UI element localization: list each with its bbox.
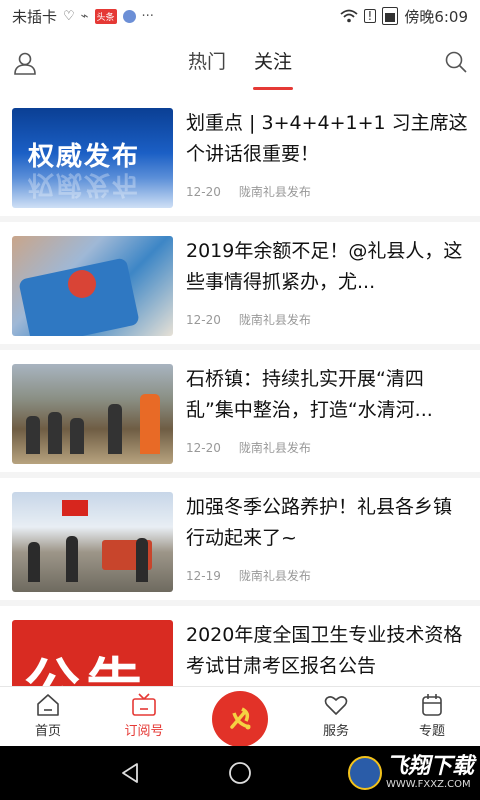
system-back-button[interactable] [75, 762, 185, 784]
news-thumbnail: 权威发布 权威发布 [12, 108, 173, 208]
person-figure [108, 404, 122, 454]
news-meta: 12-20 陇南礼县发布 [186, 311, 311, 328]
status-bar: 未插卡 ♡ ⌁ 头条 ··· ! 傍晚6:09 [0, 0, 480, 32]
red-flag-image [62, 500, 88, 516]
watermark-url: WWW.FXXZ.COM [385, 779, 471, 790]
person-figure [26, 416, 40, 454]
news-info: 2019年余额不足！@礼县人，这些事情得抓紧办，尤... 12-20 陇南礼县发布 [173, 236, 468, 330]
news-source: 陇南礼县发布 [238, 313, 311, 327]
nav-subscriptions-label: 订阅号 [124, 724, 164, 739]
news-app-icon: 头条 [94, 8, 117, 24]
news-date: 12-20 [186, 185, 221, 199]
party-emblem-icon [230, 707, 251, 730]
nav-subscriptions[interactable]: 订阅号 [96, 692, 192, 747]
person-figure [140, 394, 160, 454]
news-info: 加强冬季公路养护！礼县各乡镇行动起来了~ 12-19 陇南礼县发布 [173, 492, 468, 586]
person-figure [48, 412, 62, 454]
news-date: 12-20 [186, 441, 221, 455]
news-info: 2020年度全国卫生专业技术资格考试甘肃考区报名公告 [173, 620, 468, 686]
person-figure [66, 536, 78, 582]
clock: 傍晚6:09 [404, 7, 468, 26]
person-figure [28, 542, 40, 582]
news-title[interactable]: 2019年余额不足！@礼县人，这些事情得抓紧办，尤... [186, 236, 468, 298]
news-title[interactable]: 划重点 | 3+4+4+1+1 习主席这个讲话很重要！ [186, 108, 468, 170]
home-circle-icon [229, 762, 251, 784]
nav-services[interactable]: 服务 [288, 692, 384, 747]
news-item[interactable]: 2019年余额不足！@礼县人，这些事情得抓紧办，尤... 12-20 陇南礼县发布 [0, 222, 480, 344]
status-right: ! 傍晚6:09 [339, 6, 468, 27]
nav-home[interactable]: 首页 [0, 692, 96, 747]
news-info: 划重点 | 3+4+4+1+1 习主席这个讲话很重要！ 12-20 陇南礼县发布 [173, 108, 468, 202]
news-source: 陇南礼县发布 [238, 569, 311, 583]
news-meta: 12-20 陇南礼县发布 [186, 439, 311, 456]
carrier-text: 未插卡 [12, 7, 58, 26]
news-meta: 12-19 陇南礼县发布 [186, 567, 311, 584]
back-triangle-icon [122, 763, 138, 783]
calendar-icon [422, 694, 442, 716]
news-source: 陇南礼县发布 [238, 185, 311, 199]
news-item[interactable]: 石桥镇：持续扎实开展“清四乱”集中整治，打造“水清河... 12-20 陇南礼县发… [0, 350, 480, 472]
nav-services-label: 服务 [322, 724, 349, 739]
news-feed: 权威发布 权威发布 划重点 | 3+4+4+1+1 习主席这个讲话很重要！ 12… [0, 94, 480, 686]
battery-icon [382, 7, 399, 25]
news-thumbnail: 公告 [12, 620, 173, 686]
usb-icon: ⌁ [80, 8, 89, 24]
news-item[interactable]: 权威发布 权威发布 划重点 | 3+4+4+1+1 习主席这个讲话很重要！ 12… [0, 94, 480, 216]
status-left: 未插卡 ♡ ⌁ 头条 ··· [12, 6, 154, 27]
person-figure [136, 538, 148, 582]
nav-home-label: 首页 [34, 724, 61, 739]
home-icon [37, 694, 59, 716]
news-title[interactable]: 加强冬季公路养护！礼县各乡镇行动起来了~ [186, 492, 468, 554]
heart-rate-icon: ♡ [63, 8, 75, 24]
news-item[interactable]: 公告 2020年度全国卫生专业技术资格考试甘肃考区报名公告 [0, 606, 480, 686]
search-icon[interactable] [444, 50, 468, 74]
thumbnail-reflection: 权威发布 [28, 169, 141, 199]
bottom-nav: 首页 订阅号 服务 专题 [0, 686, 480, 747]
news-date: 12-19 [186, 569, 221, 583]
news-source: 陇南礼县发布 [238, 441, 311, 455]
watermark-logo-icon [347, 756, 382, 790]
news-date: 12-20 [186, 313, 221, 327]
top-tabs: 热门 关注 [0, 32, 480, 94]
news-item[interactable]: 加强冬季公路养护！礼县各乡镇行动起来了~ 12-19 陇南礼县发布 [0, 478, 480, 600]
news-thumbnail [12, 492, 173, 592]
watermark-name: 飞翔下载 [385, 754, 474, 779]
news-info: 石桥镇：持续扎实开展“清四乱”集中整治，打造“水清河... 12-20 陇南礼县发… [173, 364, 468, 458]
tab-hot[interactable]: 热门 [188, 32, 226, 94]
nav-topics[interactable]: 专题 [384, 692, 480, 747]
person-figure [70, 418, 84, 454]
emblem-image [68, 270, 96, 298]
music-app-icon [122, 9, 136, 23]
party-center-button[interactable] [212, 691, 268, 747]
system-home-button[interactable] [185, 761, 295, 785]
wifi-icon [339, 9, 358, 23]
top-nav: 热门 关注 [0, 32, 480, 94]
nav-topics-label: 专题 [418, 724, 445, 739]
news-thumbnail [12, 236, 173, 336]
heart-icon [324, 696, 348, 715]
thumbnail-caption: 公告 [24, 653, 148, 686]
news-title[interactable]: 2020年度全国卫生专业技术资格考试甘肃考区报名公告 [186, 620, 468, 682]
tab-follow[interactable]: 关注 [254, 32, 292, 94]
tv-icon [132, 693, 156, 716]
watermark-text: 飞翔下载 WWW.FXXZ.COM [386, 755, 474, 791]
nav-party-center[interactable] [192, 687, 288, 747]
news-meta: 12-20 陇南礼县发布 [186, 183, 311, 200]
news-title[interactable]: 石桥镇：持续扎实开展“清四乱”集中整治，打造“水清河... [186, 364, 468, 426]
news-thumbnail [12, 364, 173, 464]
more-icon: ··· [141, 8, 154, 24]
alert-icon: ! [363, 9, 377, 23]
watermark: 飞翔下载 WWW.FXXZ.COM [347, 748, 474, 798]
